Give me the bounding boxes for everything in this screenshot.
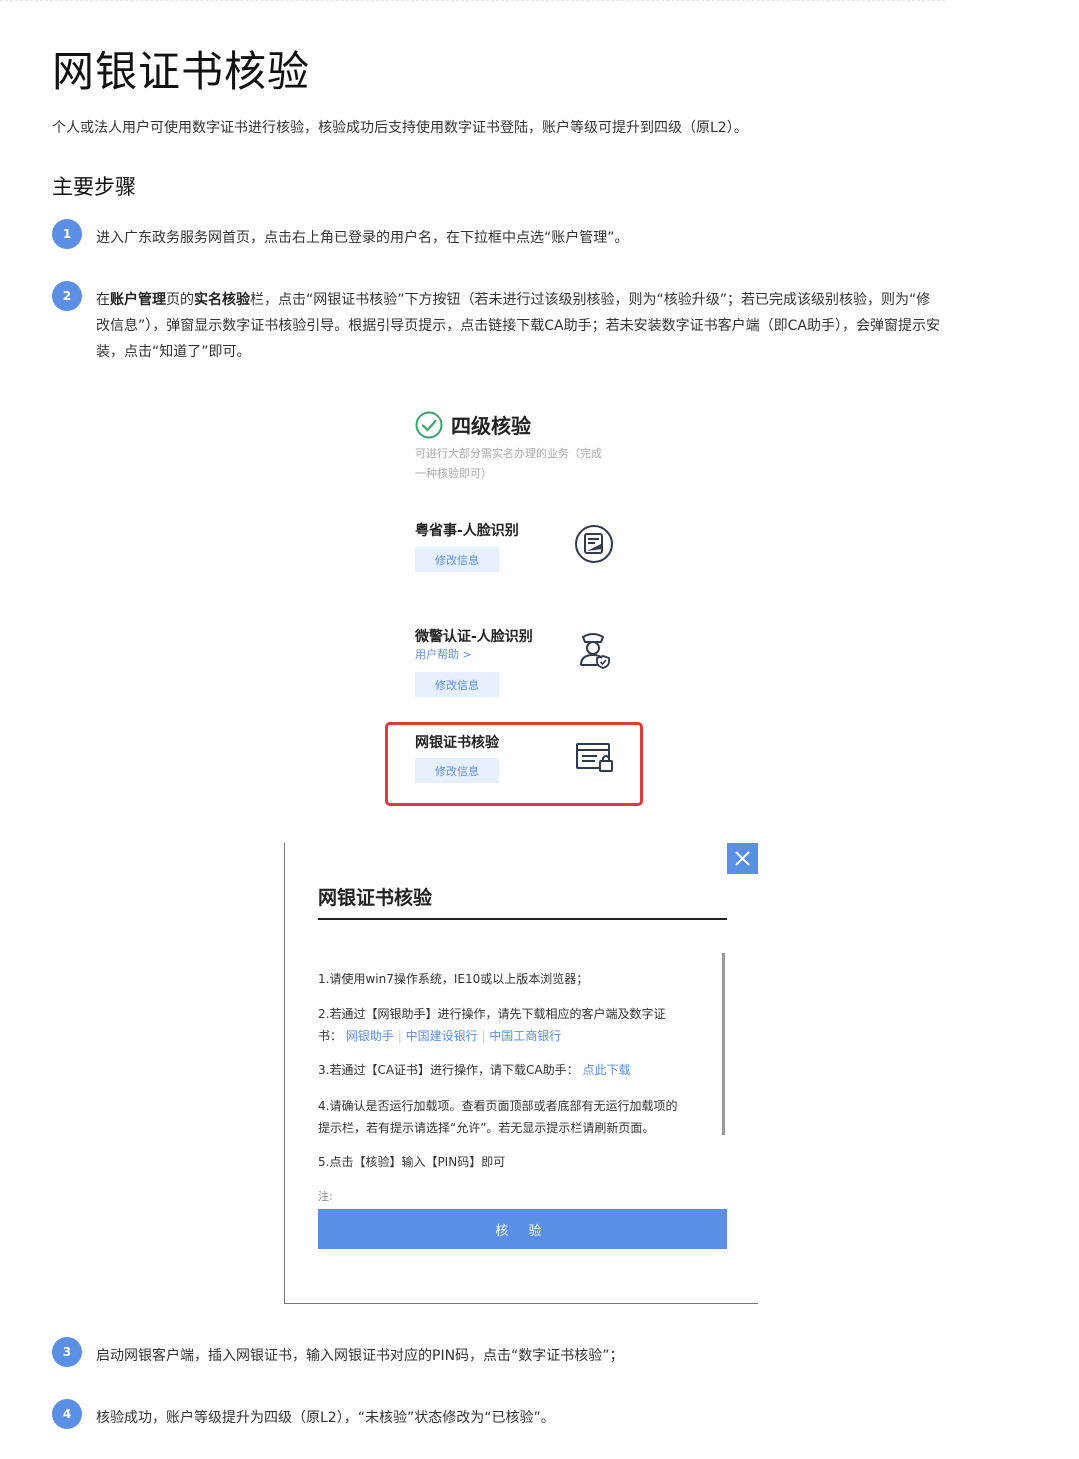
user-help-link[interactable]: 用户帮助 >	[415, 646, 472, 662]
step-number-badge: 3	[52, 1337, 82, 1367]
instruction-2: 2.若通过【网银助手】进行操作，请先下载相应的客户端及数字证 书： 网银助手 |…	[318, 1007, 666, 1043]
level-title: 四级核验	[451, 414, 531, 438]
dialog-title: 网银证书核验	[318, 887, 433, 909]
page-title: 网银证书核验	[52, 47, 311, 96]
verification-level-screenshot: 四级核验 可进行大部分需实名办理的业务（完成 一种核验即可） 粤省事-人脸识别 …	[385, 400, 655, 810]
section-title: 主要步骤	[52, 175, 136, 199]
close-icon	[735, 851, 750, 866]
link-bank-assistant[interactable]: 网银助手	[346, 1029, 394, 1043]
link-icbc[interactable]: 中国工商银行	[489, 1029, 561, 1043]
level-header: 四级核验	[415, 410, 531, 439]
instruction-3: 3.若通过【CA证书】进行操作，请下载CA助手： 点此下载	[318, 1063, 631, 1077]
check-circle-icon	[415, 411, 443, 438]
verify-button[interactable]: 核 验	[318, 1209, 727, 1249]
bold-account-management: 账户管理	[110, 292, 166, 308]
step-number-badge: 4	[52, 1399, 82, 1429]
intro-text: 个人或法人用户可使用数字证书进行核验，核验成功后支持使用数字证书登陆，账户等级可…	[52, 120, 748, 136]
step-text: 在账户管理页的实名核验栏，点击“网银证书核验”下方按钮（若未进行过该级别核验，则…	[96, 292, 940, 360]
highlight-box	[385, 722, 643, 806]
modify-info-button[interactable]: 修改信息	[415, 547, 499, 572]
level-description: 可进行大部分需实名办理的业务（完成 一种核验即可）	[415, 447, 602, 480]
top-divider	[0, 0, 945, 1]
face-scan-icon	[575, 525, 613, 563]
step-text: 核验成功，账户等级提升为四级（原L2），“未核验”状态修改为“已核验”。	[96, 1410, 555, 1426]
instruction-5: 5.点击【核验】输入【PIN码】即可	[318, 1155, 506, 1169]
note-label: 注:	[318, 1190, 333, 1203]
close-button[interactable]	[727, 843, 758, 874]
bold-real-name-verification: 实名核验	[194, 292, 250, 308]
method-name: 粤省事-人脸识别	[415, 523, 519, 539]
instruction-1: 1.请使用win7操作系统，IE10或以上版本浏览器；	[318, 972, 589, 986]
dialog-title-underline	[318, 918, 727, 920]
step-text: 启动网银客户端，插入网银证书，输入网银证书对应的PIN码，点击“数字证书核验”；	[96, 1348, 624, 1364]
link-ccb[interactable]: 中国建设银行	[406, 1029, 478, 1043]
download-link[interactable]: 点此下载	[582, 1063, 630, 1077]
certificate-dialog-screenshot: 网银证书核验 1.请使用win7操作系统，IE10或以上版本浏览器； 2.若通过…	[284, 843, 758, 1304]
instruction-4: 4.请确认是否运行加载项。查看页面顶部或者底部有无运行加载项的 提示栏，若有提示…	[318, 1099, 678, 1135]
method-name: 微警认证-人脸识别	[415, 629, 533, 645]
modify-info-button[interactable]: 修改信息	[415, 672, 499, 697]
police-officer-icon	[580, 633, 610, 669]
step-text: 进入广东政务服务网首页，点击右上角已登录的用户名，在下拉框中点选“账户管理”。	[96, 230, 629, 246]
step-number-badge: 2	[52, 281, 82, 311]
step-number-badge: 1	[52, 219, 82, 249]
